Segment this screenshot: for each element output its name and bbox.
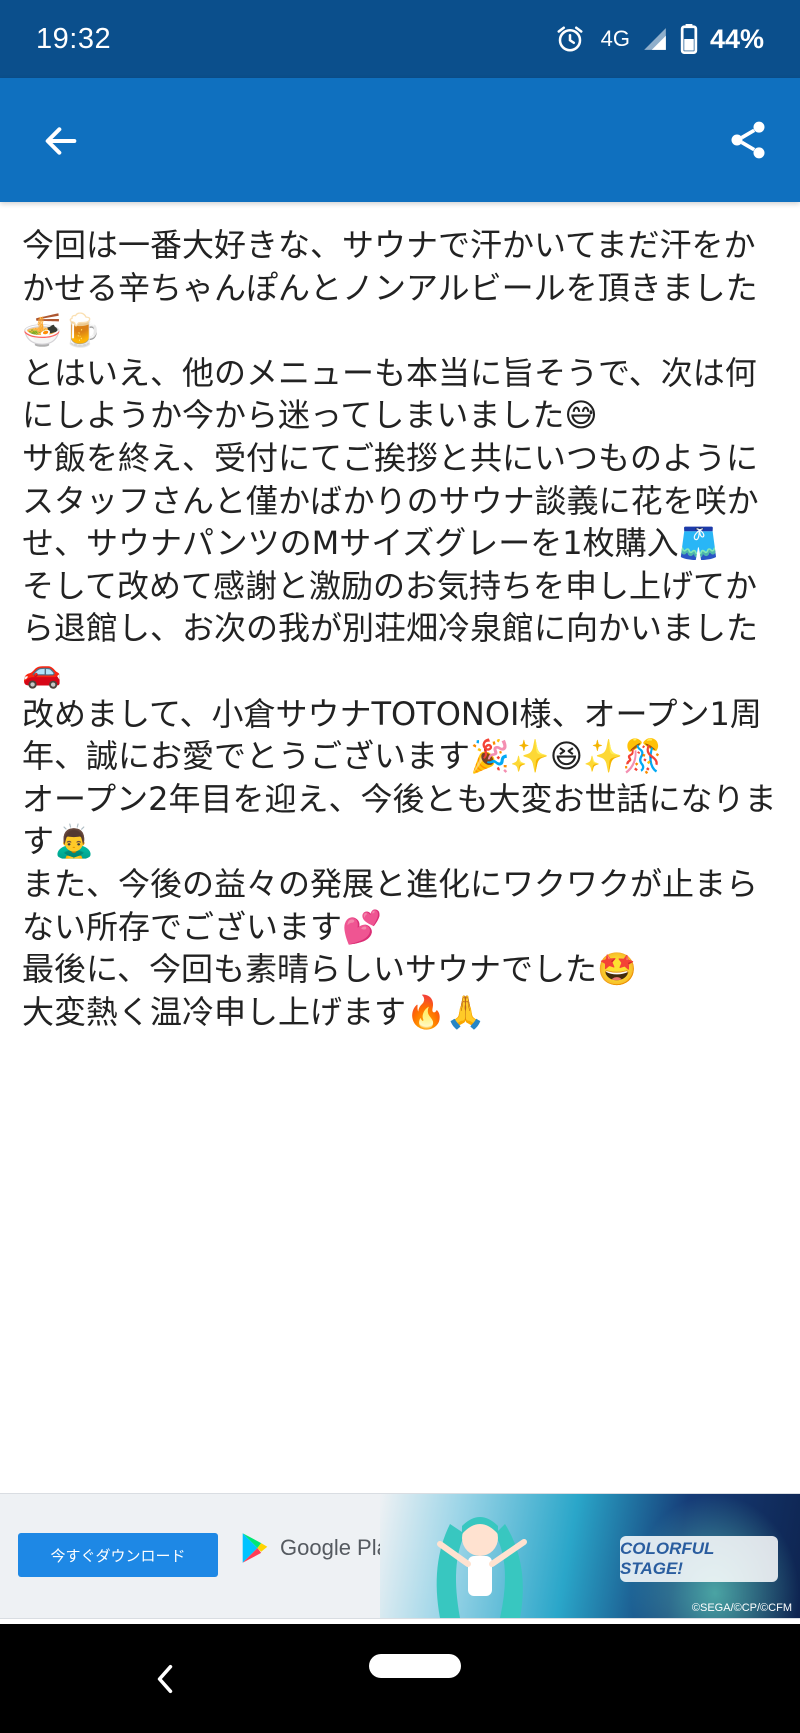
status-bar: 19:32 4G 44% (0, 0, 800, 78)
status-time: 19:32 (36, 22, 112, 55)
post-body: 今回は一番大好きな、サウナで汗かいてまだ汗をかかせる辛ちゃんぽんとノンアルビール… (22, 226, 777, 1031)
app-bar (0, 78, 800, 202)
ad-copyright: ©SEGA/©CP/©CFM (691, 1602, 792, 1614)
signal-icon (642, 26, 668, 52)
character-illustration (436, 1517, 527, 1618)
back-button[interactable] (36, 116, 86, 166)
status-icons: 4G 44% (555, 24, 764, 55)
share-icon (731, 121, 765, 159)
alarm-icon (555, 24, 585, 54)
battery-level: 44% (709, 23, 764, 54)
system-nav-bar (0, 1624, 800, 1733)
ad-artwork: COLORFUL STAGE! ©SEGA/©CP/©CFM (380, 1494, 800, 1618)
share-button[interactable] (722, 114, 774, 166)
google-play-icon (242, 1533, 268, 1563)
ad-download-button[interactable]: 今すぐダウンロード (18, 1533, 218, 1577)
nav-back-button[interactable] (150, 1662, 180, 1696)
battery-icon (680, 24, 698, 54)
ad-banner[interactable]: 今すぐダウンロード Google Play COLORFUL STAGE! ©S… (0, 1493, 800, 1619)
network-type: 4G (600, 26, 630, 51)
google-play-badge[interactable]: Google Play (240, 1532, 400, 1564)
ad-game-logo: COLORFUL STAGE! (620, 1536, 778, 1582)
arrow-left-icon (45, 127, 77, 155)
home-pill-icon[interactable] (369, 1654, 461, 1678)
chevron-left-icon (157, 1664, 173, 1694)
